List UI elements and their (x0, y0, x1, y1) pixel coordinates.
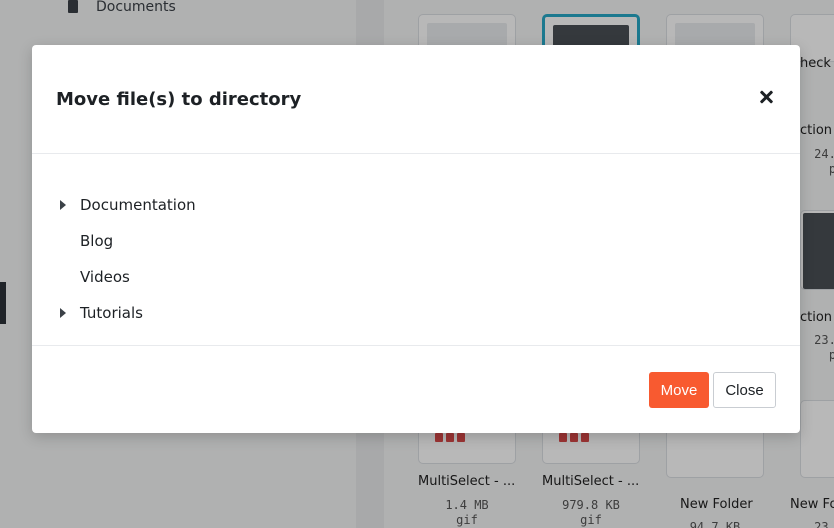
caret-right-icon[interactable] (60, 308, 66, 318)
dialog-header: Move file(s) to directory (32, 45, 800, 154)
tree-item-label: Videos (80, 268, 130, 286)
tree-item-documentation[interactable]: Documentation (32, 187, 800, 223)
dialog-title: Move file(s) to directory (56, 89, 302, 110)
directory-tree: Documentation Blog Videos Tutorials (32, 154, 800, 346)
close-icon[interactable] (758, 89, 776, 107)
tree-item-blog[interactable]: Blog (32, 223, 800, 259)
tree-item-tutorials[interactable]: Tutorials (32, 295, 800, 331)
tree-item-label: Documentation (80, 196, 196, 214)
tree-item-videos[interactable]: Videos (32, 259, 800, 295)
caret-right-icon[interactable] (60, 200, 66, 210)
move-button[interactable]: Move (649, 372, 709, 408)
tree-item-label: Tutorials (80, 304, 143, 322)
dialog-footer: Move Close (32, 346, 800, 432)
move-files-dialog: Move file(s) to directory Documentation … (32, 45, 800, 433)
close-button[interactable]: Close (713, 372, 776, 408)
tree-item-label: Blog (80, 232, 114, 250)
